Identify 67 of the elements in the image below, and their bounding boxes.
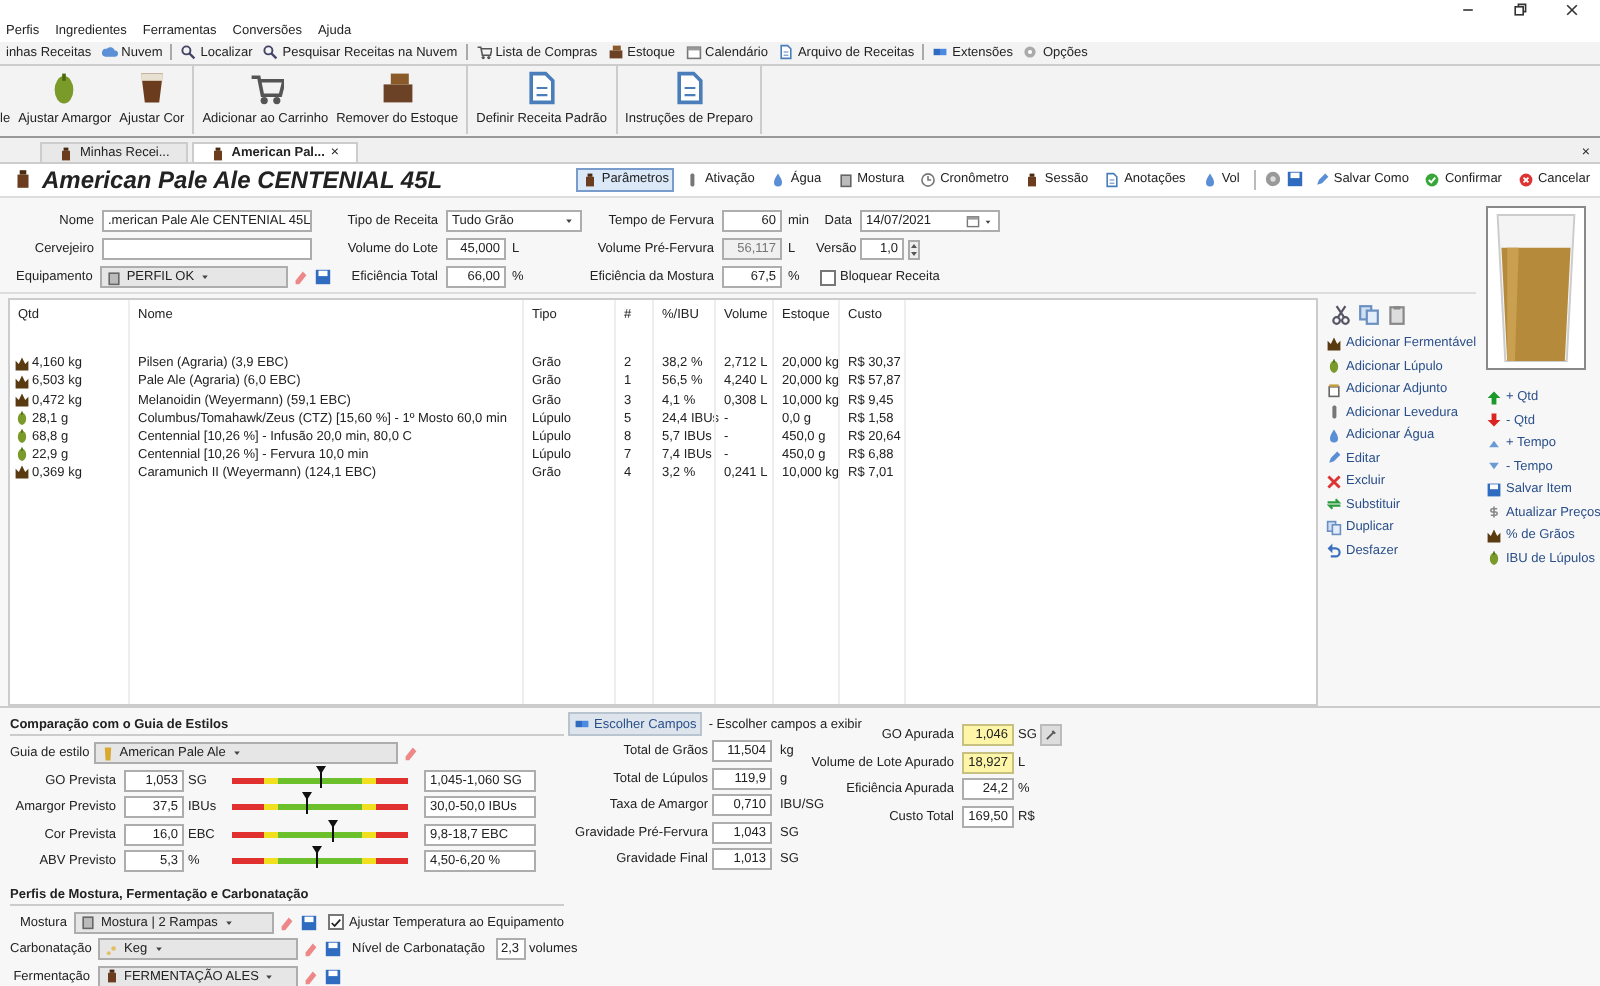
- arrow-up-icon: [1486, 389, 1502, 406]
- lock-checkbox[interactable]: [820, 269, 836, 285]
- save-icon[interactable]: [324, 940, 342, 959]
- save-icon[interactable]: [314, 268, 332, 286]
- clipboard-icon[interactable]: [1386, 304, 1408, 326]
- pint-icon: [99, 745, 116, 762]
- kettle-icon: [106, 269, 123, 285]
- cancel-icon: [1517, 171, 1534, 187]
- hop-icon: [1486, 550, 1502, 567]
- kettle-icon: [837, 171, 854, 187]
- box-icon: [607, 44, 624, 60]
- pipette-button[interactable]: [1040, 724, 1063, 747]
- copy-icon: [1326, 519, 1342, 536]
- caret-icon: [982, 215, 994, 227]
- save-icon[interactable]: [1285, 170, 1304, 188]
- bottle-icon: [58, 145, 74, 161]
- drop-icon: [1201, 171, 1218, 187]
- undo-icon: [1326, 542, 1342, 559]
- jar-icon: [1326, 381, 1342, 398]
- vial-icon: [1326, 404, 1342, 421]
- grain-icon: [1486, 527, 1502, 544]
- bubbles-icon: [104, 941, 120, 958]
- spinner-arrows-icon[interactable]: [908, 239, 920, 259]
- check-icon: [1424, 171, 1441, 187]
- search-icon: [180, 44, 197, 60]
- recipe-title: American Pale Ale CENTENIAL 45L: [42, 165, 443, 193]
- scissors-icon[interactable]: [1330, 304, 1352, 326]
- search-icon: [262, 44, 279, 60]
- calendar-icon: [966, 214, 980, 228]
- restore-icon[interactable]: [1512, 2, 1528, 18]
- bottle-icon: [104, 968, 120, 985]
- swap-icon: [1326, 496, 1342, 513]
- copy-icon[interactable]: [1358, 304, 1380, 326]
- close-icon[interactable]: [1564, 2, 1580, 18]
- pencil-icon: [1326, 450, 1342, 467]
- cloud-icon: [101, 44, 118, 60]
- kettle-icon: [80, 914, 97, 931]
- bottle-icon: [209, 145, 226, 161]
- triangle-down-icon: [1486, 458, 1502, 475]
- drop-icon: [1326, 427, 1342, 444]
- disc-icon[interactable]: [1263, 170, 1282, 188]
- hop-icon: [1326, 358, 1342, 375]
- grain-icon: [1326, 335, 1342, 352]
- clock-icon: [920, 171, 937, 187]
- delete-icon: [1326, 473, 1342, 490]
- pipette-icon: [1044, 728, 1059, 743]
- checkbox[interactable]: [328, 914, 345, 931]
- save-icon: [1486, 481, 1502, 498]
- document-icon: [1104, 171, 1121, 187]
- save-icon[interactable]: [300, 913, 319, 932]
- cart-icon: [475, 44, 492, 60]
- pencil-icon: [1313, 171, 1330, 187]
- text-field[interactable]: [102, 238, 312, 260]
- arrow-down-icon: [1486, 412, 1502, 429]
- drop-icon: [770, 171, 787, 187]
- save-icon[interactable]: [324, 967, 342, 986]
- box-icon: [379, 70, 416, 106]
- dollar-icon: [1486, 504, 1502, 521]
- bottle-icon: [12, 168, 34, 190]
- bottle-icon: [581, 171, 598, 187]
- grain-icon: [14, 464, 30, 481]
- blocks-icon: [574, 716, 590, 732]
- triangle-up-icon: [1486, 435, 1502, 452]
- caret-icon: [198, 270, 213, 284]
- blocks-icon: [932, 44, 949, 60]
- cart-icon: [247, 70, 284, 106]
- caret-icon: [562, 214, 576, 228]
